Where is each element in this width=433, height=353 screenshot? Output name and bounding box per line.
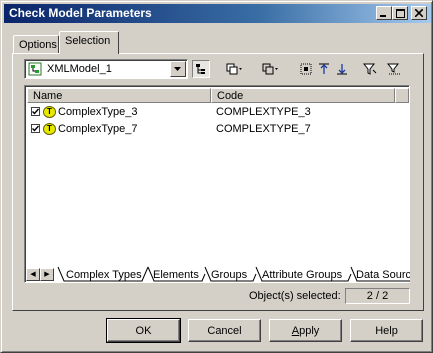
window-title: Check Model Parameters <box>9 6 152 20</box>
apply-rest: pply <box>299 324 320 337</box>
complex-type-icon: T <box>43 106 56 118</box>
column-filler <box>395 88 409 103</box>
complex-type-icon: T <box>43 123 56 135</box>
ok-button-label: OK <box>135 324 152 337</box>
help-button-label: Help <box>375 324 398 337</box>
row-name: ComplexType_7 <box>58 123 138 135</box>
tab-outline <box>57 266 410 282</box>
tree-icon[interactable] <box>192 60 210 78</box>
ok-button[interactable]: OK <box>106 318 181 343</box>
select-icon[interactable] <box>297 60 315 78</box>
object-list[interactable]: Name Code T ComplexType_3 COMPLEXTYPE_3 … <box>24 85 410 283</box>
apply-mnemonic: A <box>291 324 300 337</box>
model-icon <box>28 62 42 79</box>
filter-clear-icon[interactable] <box>385 60 403 78</box>
filter-icon[interactable] <box>361 60 379 78</box>
maximize-icon[interactable] <box>392 6 408 20</box>
tab-selection[interactable]: Selection <box>59 31 119 54</box>
close-icon[interactable] <box>411 6 427 20</box>
row-code: COMPLEXTYPE_3 <box>216 106 311 118</box>
help-button[interactable]: Help <box>350 319 423 342</box>
row-name: ComplexType_3 <box>58 106 138 118</box>
cancel-button[interactable]: Cancel <box>188 319 261 342</box>
select-all-icon[interactable] <box>225 60 243 78</box>
chevron-down-icon[interactable] <box>170 61 186 77</box>
model-select-value: XMLModel_1 <box>47 63 112 75</box>
move-top-icon[interactable] <box>315 60 333 78</box>
column-code-label: Code <box>217 90 244 102</box>
cancel-button-label: Cancel <box>207 324 242 337</box>
tab-options[interactable]: Options <box>13 35 59 53</box>
row-code: COMPLEXTYPE_7 <box>216 123 311 135</box>
selected-count-value: 2 / 2 <box>345 288 410 304</box>
selected-count-label: Object(s) selected: <box>249 290 341 302</box>
category-tabs: ◀ ▶ Complex Types Elements Groups Attrib… <box>24 266 410 283</box>
row-checkbox[interactable] <box>31 107 40 116</box>
table-row[interactable]: T ComplexType_7 COMPLEXTYPE_7 <box>27 121 409 138</box>
deselect-all-icon[interactable] <box>261 60 279 78</box>
column-name-label: Name <box>33 90 63 102</box>
column-code-header[interactable]: Code <box>211 88 395 103</box>
column-name-header[interactable]: Name <box>27 88 211 103</box>
minimize-icon[interactable] <box>376 6 392 20</box>
tab-selection-label: Selection <box>65 35 111 47</box>
move-bottom-icon[interactable] <box>333 60 351 78</box>
apply-button[interactable]: Apply <box>269 319 342 342</box>
dialog-window: Check Model Parameters Options Selection… <box>0 0 433 353</box>
row-checkbox[interactable] <box>31 124 40 133</box>
apply-button-label: Apply <box>292 325 320 337</box>
title-bar[interactable]: Check Model Parameters <box>4 4 431 23</box>
table-row[interactable]: T ComplexType_3 COMPLEXTYPE_3 <box>27 104 409 121</box>
model-select[interactable]: XMLModel_1 <box>24 59 188 79</box>
tab-options-label: Options <box>19 39 57 51</box>
